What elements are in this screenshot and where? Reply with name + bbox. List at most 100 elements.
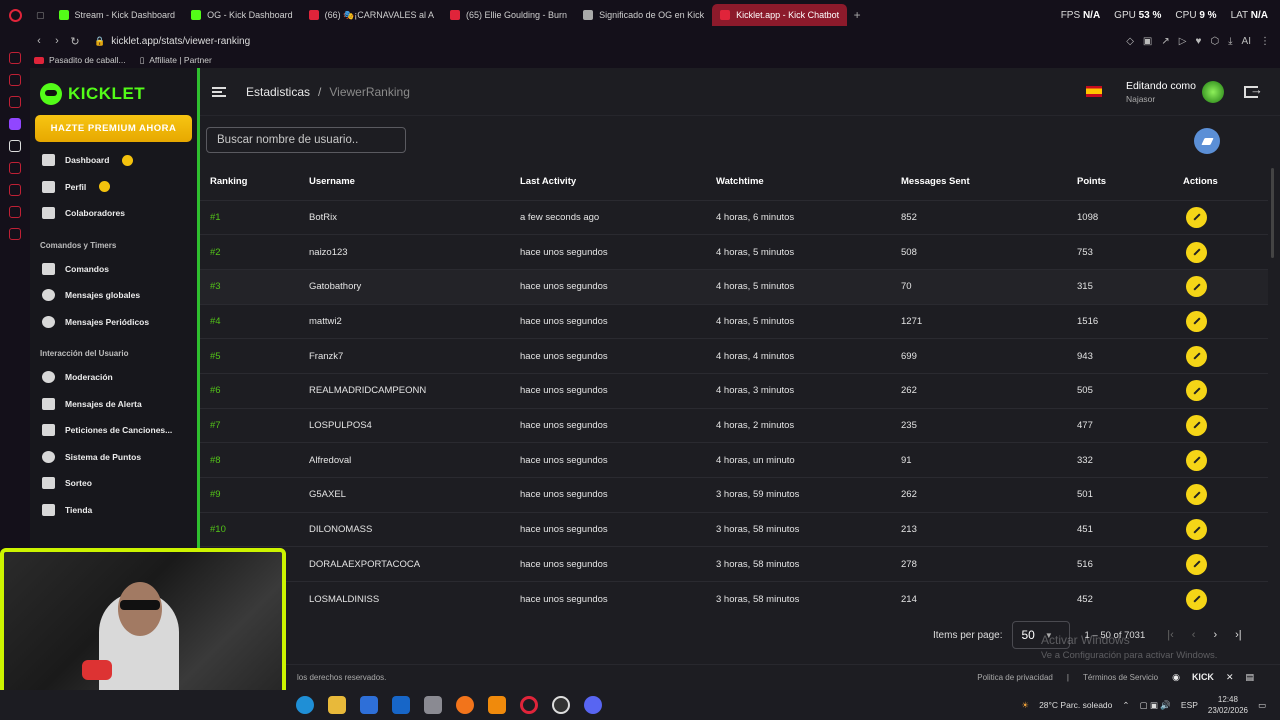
rail-twitch-icon[interactable] xyxy=(9,118,21,130)
url-text[interactable]: kicklet.app/stats/viewer-ranking xyxy=(111,36,250,47)
rail-x-icon[interactable] xyxy=(9,140,21,152)
edit-button[interactable] xyxy=(1186,449,1207,471)
column-header[interactable]: Watchtime xyxy=(706,164,891,200)
browser-tab[interactable]: OG - Kick Dashboard xyxy=(183,4,301,26)
last-page-icon[interactable]: ›| xyxy=(1235,629,1242,641)
rail-history-icon[interactable] xyxy=(9,184,21,196)
column-header[interactable]: Username xyxy=(299,164,510,200)
rail-chat-icon[interactable] xyxy=(9,74,21,86)
column-header[interactable]: Messages Sent xyxy=(891,164,1067,200)
discord-icon[interactable]: ◉ xyxy=(1172,672,1180,683)
play-icon[interactable]: ▷ xyxy=(1179,36,1187,47)
sidebar-item-comandos[interactable]: Comandos xyxy=(30,256,197,283)
column-header[interactable]: Ranking xyxy=(200,164,299,200)
browser-tab[interactable]: Significado de OG en Kick xyxy=(575,4,712,26)
bookmark-item[interactable]: ▯ Affiliate | Partner xyxy=(140,55,212,66)
clock[interactable]: 12:48 23/02/2026 xyxy=(1208,694,1248,716)
sidebar-item-moderaci-n[interactable]: Moderación xyxy=(30,364,197,391)
discord-taskbar-icon[interactable] xyxy=(584,696,602,714)
edit-button[interactable] xyxy=(1186,414,1207,436)
sidebar-item-tienda[interactable]: Tienda xyxy=(30,497,197,524)
points-cell: 452 xyxy=(1067,581,1173,617)
sidebar-item-colaboradores[interactable]: Colaboradores xyxy=(30,200,197,227)
ai-icon[interactable]: AI xyxy=(1242,36,1251,47)
edit-button[interactable] xyxy=(1186,484,1207,506)
sidebar-item-sorteo[interactable]: Sorteo xyxy=(30,470,197,497)
edit-button[interactable] xyxy=(1186,380,1207,402)
username-cell: Franzk7 xyxy=(299,338,510,374)
rail-player-icon[interactable] xyxy=(9,162,21,174)
opera-logo-icon[interactable] xyxy=(0,0,30,30)
bookmark-icon[interactable]: ◇ xyxy=(1126,36,1134,47)
obs-icon[interactable] xyxy=(552,696,570,714)
tab-icons[interactable]: ▢ xyxy=(30,4,51,26)
column-header[interactable]: Last Activity xyxy=(510,164,706,200)
rail-messenger-icon[interactable] xyxy=(9,52,21,64)
column-header[interactable]: Points xyxy=(1067,164,1173,200)
menu-toggle-icon[interactable] xyxy=(212,86,226,97)
sidebar-item-perfil[interactable]: Perfil xyxy=(30,174,197,201)
bookmark-item[interactable]: Pasadito de caball... xyxy=(34,55,126,65)
browser-tab[interactable]: Stream - Kick Dashboard xyxy=(51,4,184,26)
sidebar-item-mensajes-de-alerta[interactable]: Mensajes de Alerta xyxy=(30,391,197,418)
logout-icon[interactable] xyxy=(1244,82,1263,98)
sidebar-item-peticiones-de-canciones[interactable]: Peticiones de Canciones... xyxy=(30,417,197,444)
snapshot-icon[interactable]: ▣ xyxy=(1143,36,1152,47)
edit-button[interactable] xyxy=(1186,276,1207,298)
edit-button[interactable] xyxy=(1186,206,1207,228)
edit-button[interactable] xyxy=(1186,241,1207,263)
back-icon[interactable]: ‹ xyxy=(30,35,48,47)
premium-button[interactable]: HAZTE PREMIUM AHORA xyxy=(35,115,192,142)
tray-chevron-icon[interactable]: ⌃ xyxy=(1122,700,1129,711)
tray-icons[interactable]: ▢ ▣ 🔊 xyxy=(1140,700,1171,711)
edge-icon[interactable] xyxy=(296,696,314,714)
language-indicator[interactable]: ESP xyxy=(1181,700,1198,710)
sidebar-item-sistema-de-puntos[interactable]: Sistema de Puntos xyxy=(30,444,197,471)
extensions-icon[interactable]: ⬡ xyxy=(1210,36,1219,47)
browser-tab[interactable]: Kicklet.app - Kick Chatbot xyxy=(712,4,848,26)
store-icon[interactable] xyxy=(360,696,378,714)
column-header[interactable]: Actions xyxy=(1173,164,1268,200)
kick-link[interactable]: KICK xyxy=(1192,672,1214,683)
weather-text[interactable]: 28°C Parc. soleado xyxy=(1039,700,1112,710)
download-icon[interactable]: ⤓ xyxy=(1228,36,1232,47)
app-icon[interactable] xyxy=(424,696,442,714)
edit-button[interactable] xyxy=(1186,553,1207,575)
sidebar-item-mensajes-peri-dicos[interactable]: Mensajes Periódicos xyxy=(30,309,197,336)
outlook-icon[interactable] xyxy=(392,696,410,714)
vlc-icon[interactable] xyxy=(488,696,506,714)
sidebar-item-mensajes-globales[interactable]: Mensajes globales xyxy=(30,282,197,309)
spain-flag-icon[interactable] xyxy=(1085,86,1102,97)
table-scrollbar[interactable] xyxy=(1271,168,1274,258)
kicklet-logo[interactable]: KICKLET xyxy=(30,68,197,110)
edit-button[interactable] xyxy=(1186,588,1207,610)
terms-link[interactable]: Términos de Servicio xyxy=(1083,673,1158,682)
document-icon[interactable]: ▤ xyxy=(1245,672,1254,683)
rail-settings-icon[interactable] xyxy=(9,228,21,240)
sidebar-item-dashboard[interactable]: Dashboard xyxy=(30,147,197,174)
heart-icon[interactable]: ♥ xyxy=(1195,36,1201,47)
x-icon[interactable]: ✕ xyxy=(1226,672,1234,683)
edit-button[interactable] xyxy=(1186,310,1207,332)
browser-tab[interactable]: (65) Ellie Goulding - Burn xyxy=(442,4,575,26)
edit-button[interactable] xyxy=(1186,519,1207,541)
explorer-icon[interactable] xyxy=(328,696,346,714)
new-tab-button[interactable]: + xyxy=(847,8,867,22)
browser-tab[interactable]: (66) 🎭¡CARNAVALES al A xyxy=(301,4,442,26)
edit-button[interactable] xyxy=(1186,345,1207,367)
weather-icon[interactable]: ☀ xyxy=(1021,700,1029,711)
rail-extensions-icon[interactable] xyxy=(9,206,21,218)
eraser-button[interactable] xyxy=(1194,128,1220,154)
opera-icon[interactable] xyxy=(520,696,538,714)
breadcrumb-root[interactable]: Estadisticas xyxy=(246,85,310,99)
share-icon[interactable]: ↗ xyxy=(1161,36,1169,47)
avatar[interactable] xyxy=(1202,80,1224,103)
notifications-icon[interactable]: ▭ xyxy=(1258,700,1266,711)
privacy-link[interactable]: Politica de privacidad xyxy=(977,673,1053,682)
menu-icon[interactable]: ⋮ xyxy=(1260,36,1270,47)
reload-icon[interactable]: ↻ xyxy=(66,35,84,48)
rail-instagram-icon[interactable] xyxy=(9,96,21,108)
firefox-icon[interactable] xyxy=(456,696,474,714)
search-input[interactable] xyxy=(206,127,406,153)
forward-icon[interactable]: › xyxy=(48,35,66,47)
